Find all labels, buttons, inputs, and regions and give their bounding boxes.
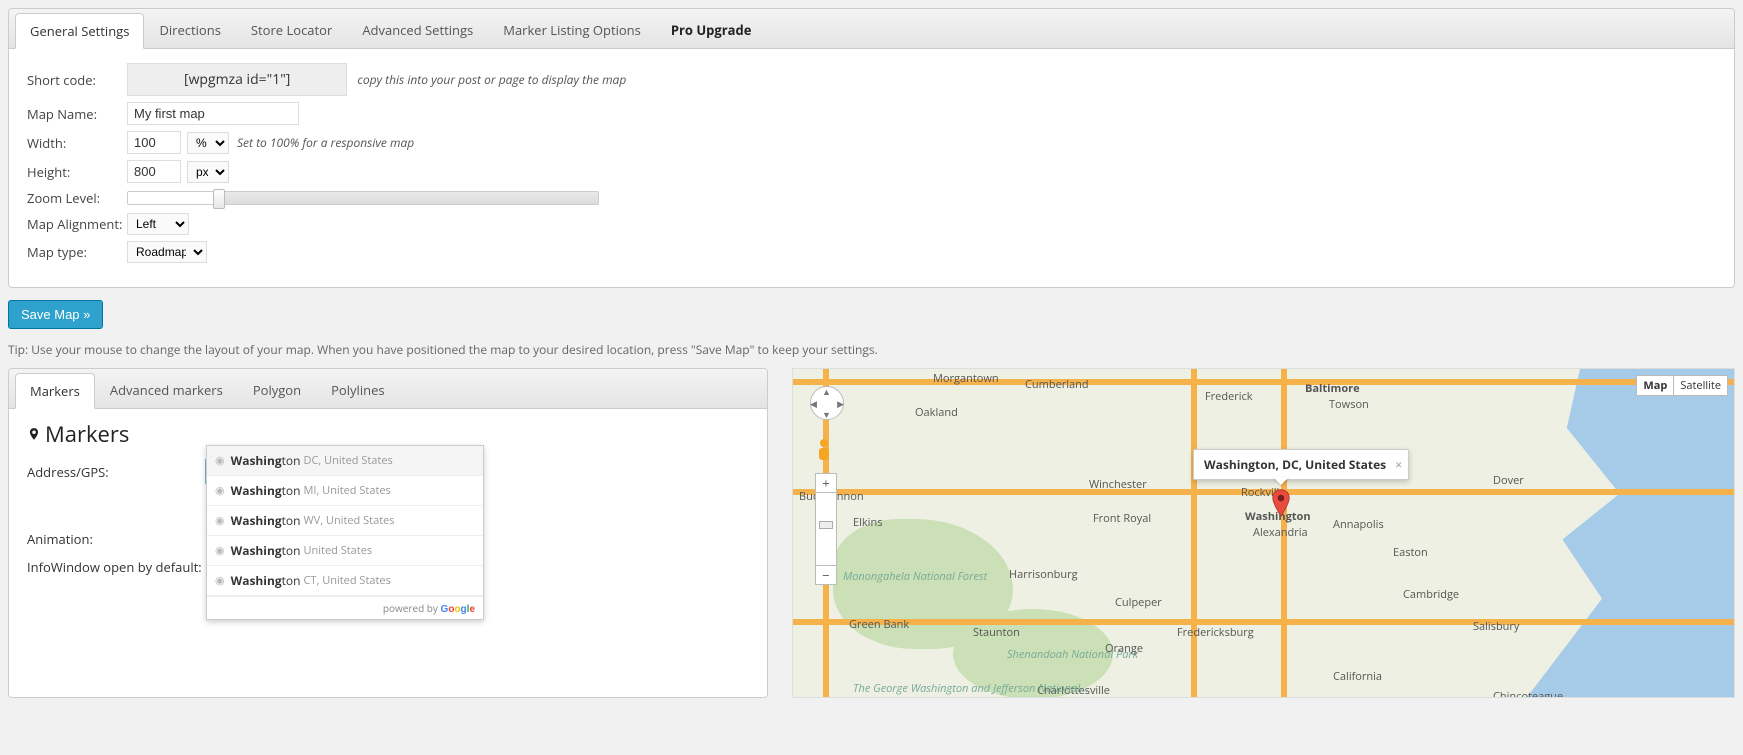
city-label: Orange — [1105, 641, 1143, 656]
map-type-select[interactable]: Roadmap — [127, 241, 207, 263]
shortcode-label: Short code: — [27, 71, 127, 89]
alignment-select[interactable]: Left — [127, 213, 189, 235]
map-preview[interactable]: Morgantown Cumberland Frederick Baltimor… — [792, 368, 1735, 698]
city-label: Cambridge — [1403, 587, 1459, 602]
city-label: Alexandria — [1253, 525, 1308, 540]
info-window-title: Washington, DC, United States — [1204, 456, 1386, 473]
city-label: Baltimore — [1305, 381, 1360, 396]
city-label: California — [1333, 669, 1382, 684]
save-map-button[interactable]: Save Map » — [8, 300, 103, 329]
city-label: Dover — [1493, 473, 1524, 488]
pan-up-icon[interactable]: ▲ — [822, 385, 831, 398]
tip-text: Tip: Use your mouse to change the layout… — [8, 341, 1735, 358]
map-type-control: Map Satellite — [1636, 375, 1728, 396]
autocomplete-item[interactable]: ◉WashingtonWV, United States — [207, 506, 483, 536]
city-label: Towson — [1329, 397, 1369, 412]
pin-icon: ◉ — [215, 483, 225, 498]
width-unit-select[interactable]: % — [187, 132, 229, 154]
forest-label: The George Washington and Jefferson Nati… — [853, 681, 1088, 696]
pin-icon: ◉ — [215, 543, 225, 558]
city-label: Winchester — [1089, 477, 1147, 492]
info-window: Washington, DC, United States × — [1193, 449, 1409, 480]
map-pan-control[interactable]: ▲ ▼ ◀ ▶ — [807, 383, 847, 423]
tab-pro-upgrade[interactable]: Pro Upgrade — [656, 12, 767, 48]
autocomplete-item[interactable]: ◉WashingtonUnited States — [207, 536, 483, 566]
animation-label: Animation: — [27, 530, 205, 548]
pin-icon: ◉ — [215, 513, 225, 528]
tab-polylines[interactable]: Polylines — [316, 372, 399, 408]
markers-tabbar: Markers Advanced markers Polygon Polylin… — [9, 369, 767, 409]
city-label: Annapolis — [1333, 517, 1384, 532]
top-tabbar: General Settings Directions Store Locato… — [9, 9, 1734, 49]
alignment-label: Map Alignment: — [27, 215, 127, 233]
city-label: Elkins — [853, 515, 882, 530]
city-label: Frederick — [1205, 389, 1253, 404]
pin-icon: ◉ — [215, 453, 225, 468]
zoom-handle[interactable] — [819, 521, 833, 529]
zoom-track[interactable] — [815, 493, 837, 565]
city-label: Fredericksburg — [1177, 625, 1254, 640]
city-label: Salisbury — [1473, 619, 1519, 634]
zoom-slider-handle[interactable] — [213, 189, 225, 209]
city-label: Morgantown — [933, 371, 999, 386]
pan-down-icon[interactable]: ▼ — [822, 408, 831, 421]
tab-markers[interactable]: Markers — [15, 373, 95, 409]
city-label: Culpeper — [1115, 595, 1162, 610]
pan-right-icon[interactable]: ▶ — [837, 397, 844, 410]
zoom-slider[interactable] — [127, 191, 599, 205]
zoom-label: Zoom Level: — [27, 189, 127, 207]
forest-label: Monongahela National Forest — [843, 569, 987, 584]
city-label: Green Bank — [849, 617, 909, 632]
shortcode-value: [wpgmza id="1"] — [127, 63, 347, 96]
autocomplete-item[interactable]: ◉WashingtonCT, United States — [207, 566, 483, 596]
tab-directions[interactable]: Directions — [144, 12, 235, 48]
width-label: Width: — [27, 134, 127, 152]
city-label: Oakland — [915, 405, 958, 420]
general-settings-panel: General Settings Directions Store Locato… — [8, 8, 1735, 288]
pin-icon: ◉ — [215, 573, 225, 588]
tab-general-settings[interactable]: General Settings — [15, 13, 144, 49]
pin-icon — [27, 427, 41, 441]
map-type-satellite[interactable]: Satellite — [1673, 375, 1728, 396]
infowindow-label: InfoWindow open by default: — [27, 558, 202, 576]
autocomplete-item[interactable]: ◉WashingtonDC, United States — [207, 446, 483, 476]
width-hint: Set to 100% for a responsive map — [237, 134, 414, 151]
map-name-label: Map Name: — [27, 105, 127, 123]
tab-advanced-markers[interactable]: Advanced markers — [95, 372, 238, 408]
height-unit-select[interactable]: px — [187, 161, 229, 183]
city-label: Chincoteague — [1493, 689, 1563, 698]
tab-marker-listing[interactable]: Marker Listing Options — [488, 12, 656, 48]
map-type-map[interactable]: Map — [1636, 375, 1673, 396]
city-label: Harrisonburg — [1009, 567, 1078, 582]
city-label: Easton — [1393, 545, 1428, 560]
pan-left-icon[interactable]: ◀ — [810, 397, 817, 410]
map-name-input[interactable] — [127, 102, 299, 125]
map-type-label: Map type: — [27, 243, 127, 261]
shortcode-hint: copy this into your post or page to disp… — [357, 71, 626, 88]
zoom-in-button[interactable]: + — [815, 473, 837, 493]
autocomplete-dropdown: ◉WashingtonDC, United States ◉Washington… — [206, 445, 484, 620]
tab-advanced-settings[interactable]: Advanced Settings — [347, 12, 488, 48]
height-label: Height: — [27, 163, 127, 181]
tab-polygon[interactable]: Polygon — [238, 372, 316, 408]
zoom-out-button[interactable]: − — [815, 565, 837, 585]
pegman-icon[interactable] — [815, 439, 833, 465]
city-label: Front Royal — [1093, 511, 1151, 526]
height-input[interactable] — [127, 160, 181, 183]
info-window-close-icon[interactable]: × — [1395, 456, 1402, 473]
tab-store-locator[interactable]: Store Locator — [236, 12, 347, 48]
map-marker-icon[interactable] — [1271, 489, 1291, 521]
city-label: Cumberland — [1025, 377, 1089, 392]
width-input[interactable] — [127, 131, 181, 154]
autocomplete-footer: powered by Google — [207, 596, 483, 619]
city-label: Staunton — [973, 625, 1020, 640]
address-label: Address/GPS: — [27, 463, 205, 481]
autocomplete-item[interactable]: ◉WashingtonMI, United States — [207, 476, 483, 506]
zoom-control: + − — [815, 473, 837, 585]
